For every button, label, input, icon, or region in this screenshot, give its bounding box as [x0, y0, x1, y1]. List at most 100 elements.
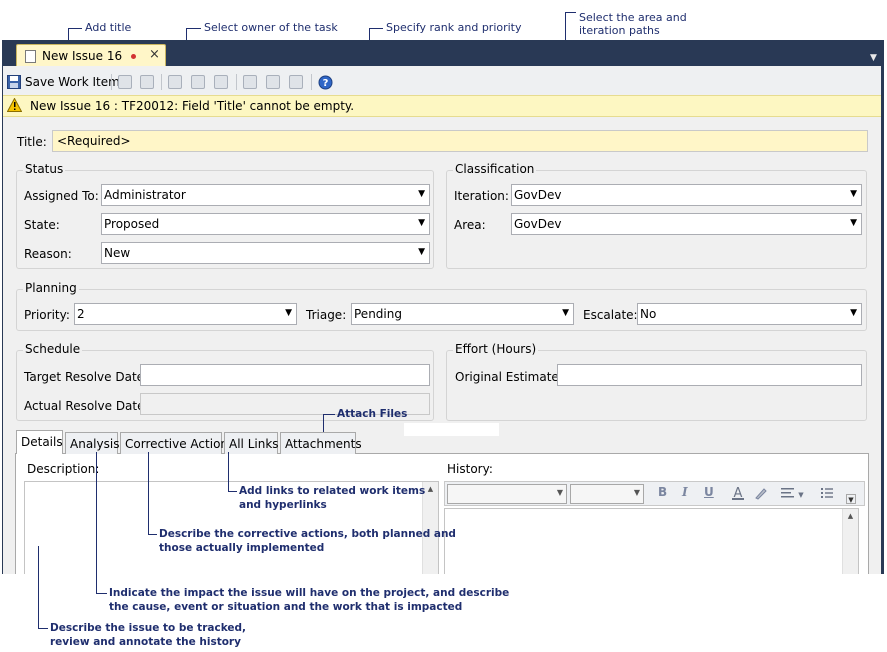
- font-size-select[interactable]: ▼: [570, 484, 644, 504]
- escalate-value: No: [640, 307, 657, 321]
- warning-message: New Issue 16 : TF20012: Field 'Title' ca…: [30, 99, 355, 113]
- chevron-down-icon: ▼: [418, 247, 425, 257]
- refresh-icon[interactable]: [118, 75, 132, 89]
- callout-impact-2: the cause, event or situation and the wo…: [109, 601, 463, 613]
- assigned-to-value: Administrator: [104, 188, 186, 202]
- title-input[interactable]: <Required>: [52, 130, 868, 152]
- toolbar-separator: [161, 74, 162, 90]
- callout-select-owner: Select owner of the task: [204, 21, 338, 34]
- close-icon[interactable]: ×: [149, 47, 160, 62]
- target-resolve-date-label: Target Resolve Date:: [24, 370, 149, 384]
- callout-line: [38, 546, 39, 629]
- tab-details[interactable]: Details: [16, 430, 63, 454]
- bold-button[interactable]: B: [658, 485, 667, 499]
- copy-to-icon[interactable]: [214, 75, 228, 89]
- document-tab[interactable]: New Issue 16 ×: [16, 44, 166, 66]
- callout-line: [228, 452, 229, 492]
- toolbar-overflow-icon[interactable]: ▼: [846, 494, 856, 504]
- new-linked-item-icon[interactable]: [243, 75, 257, 89]
- toolbar: [3, 70, 881, 94]
- iteration-value: GovDev: [514, 188, 562, 202]
- highlight-icon[interactable]: [753, 486, 769, 500]
- callout-corrective-2: those actually implemented: [159, 542, 325, 554]
- print-icon[interactable]: [168, 75, 182, 89]
- area-label: Area:: [454, 218, 486, 232]
- callout-add-links-1: Add links to related work items: [239, 485, 426, 497]
- history-scrollbar[interactable]: ▲: [842, 509, 858, 574]
- font-color-icon[interactable]: A: [730, 485, 746, 501]
- link-icon[interactable]: [266, 75, 280, 89]
- copy-icon[interactable]: [191, 75, 205, 89]
- history-label: History:: [447, 462, 493, 476]
- assigned-to-select[interactable]: Administrator ▼: [101, 184, 430, 206]
- actual-resolve-date-label: Actual Resolve Date:: [24, 399, 149, 413]
- original-estimate-input[interactable]: [557, 364, 862, 386]
- history-editor[interactable]: ▲: [444, 508, 859, 574]
- tab-analysis[interactable]: Analysis: [65, 432, 119, 454]
- escalate-select[interactable]: No ▼: [637, 303, 862, 325]
- chevron-down-icon: ▼: [556, 488, 563, 497]
- callout-attach-files: Attach Files: [337, 408, 408, 420]
- target-resolve-date-input[interactable]: [140, 364, 430, 386]
- reason-select[interactable]: New ▼: [101, 242, 430, 264]
- state-select[interactable]: Proposed ▼: [101, 213, 430, 235]
- chevron-down-icon: ▼: [562, 308, 569, 318]
- status-group-title: Status: [23, 162, 66, 176]
- callout-add-title: Add title: [85, 21, 132, 34]
- planning-group-title: Planning: [23, 281, 79, 295]
- callout-line: [148, 452, 149, 535]
- callout-line: [565, 12, 576, 13]
- tab-corrective-action[interactable]: Corrective Action: [120, 432, 228, 454]
- chevron-down-icon: ▼: [850, 189, 857, 199]
- callout-rank-priority: Specify rank and priority: [386, 21, 522, 34]
- open-icon[interactable]: [289, 75, 303, 89]
- triage-label: Triage:: [306, 308, 347, 322]
- italic-button[interactable]: I: [682, 485, 688, 499]
- priority-value: 2: [77, 307, 85, 321]
- iteration-select[interactable]: GovDev ▼: [511, 184, 862, 206]
- chevron-down-icon: ▼: [850, 218, 857, 228]
- font-family-select[interactable]: ▼: [447, 484, 567, 504]
- callout-line: [323, 414, 335, 415]
- document-icon: [25, 50, 36, 63]
- reason-label: Reason:: [24, 247, 72, 261]
- bullet-list-icon[interactable]: [820, 487, 834, 499]
- svg-text:▼: ▼: [848, 496, 854, 504]
- unsaved-indicator-icon: [131, 54, 136, 59]
- callout-add-links-2: and hyperlinks: [239, 499, 327, 511]
- save-work-item-button[interactable]: Save Work Item: [25, 75, 120, 89]
- chevron-down-icon: ▼: [850, 308, 857, 318]
- callout-line: [323, 414, 324, 434]
- tab-attachments[interactable]: Attachments: [280, 432, 362, 454]
- schedule-group-title: Schedule: [23, 342, 83, 356]
- effort-group-title: Effort (Hours): [453, 342, 539, 356]
- tab-list-dropdown-icon[interactable]: ▼: [870, 53, 877, 63]
- triage-select[interactable]: Pending ▼: [351, 303, 574, 325]
- callout-line: [96, 452, 97, 594]
- callout-describe-1: Describe the issue to be tracked,: [50, 622, 247, 634]
- area-select[interactable]: GovDev ▼: [511, 213, 862, 235]
- tab-all-links[interactable]: All Links: [224, 432, 279, 454]
- align-icon[interactable]: ▼: [780, 487, 806, 499]
- callout-corrective-1: Describe the corrective actions, both pl…: [159, 528, 456, 540]
- svg-text:?: ?: [323, 78, 329, 89]
- underline-button[interactable]: U: [704, 485, 714, 499]
- priority-select[interactable]: 2 ▼: [74, 303, 297, 325]
- iteration-label: Iteration:: [454, 189, 509, 203]
- toolbar-separator: [236, 74, 237, 90]
- callout-line: [186, 28, 201, 29]
- state-label: State:: [24, 218, 60, 232]
- svg-text:▼: ▼: [798, 491, 804, 499]
- toolbar-separator: [311, 74, 312, 90]
- area-value: GovDev: [514, 217, 562, 231]
- callout-line: [38, 628, 48, 629]
- callout-describe-2: review and annotate the history: [50, 636, 241, 648]
- description-label: Description:: [27, 462, 100, 476]
- triage-value: Pending: [354, 307, 402, 321]
- warning-icon: [7, 98, 22, 112]
- callout-line: [96, 593, 107, 594]
- undo-icon[interactable]: [140, 75, 154, 89]
- help-icon[interactable]: ?: [318, 75, 333, 90]
- save-icon[interactable]: [7, 75, 21, 89]
- chevron-down-icon: ▼: [418, 218, 425, 228]
